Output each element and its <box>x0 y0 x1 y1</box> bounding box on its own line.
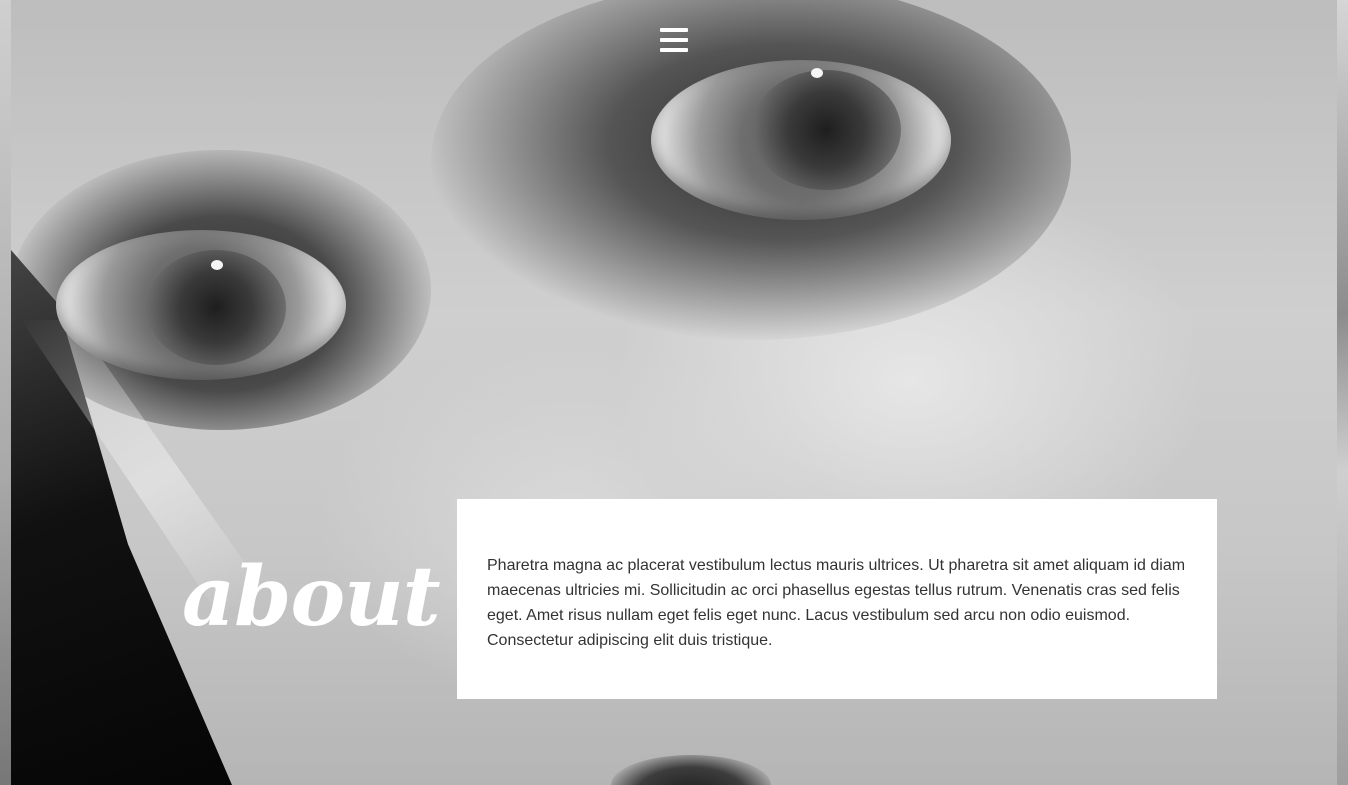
right-eye <box>651 60 951 220</box>
nose-shadow <box>611 755 771 785</box>
about-paragraph: Pharetra magna ac placerat vestibulum le… <box>487 557 1186 649</box>
menu-bar-middle <box>660 38 688 42</box>
left-eye <box>56 230 346 380</box>
right-iris <box>751 70 901 190</box>
about-text-card: Pharetra magna ac placerat vestibulum le… <box>457 499 1217 699</box>
right-eye-glint <box>811 68 823 78</box>
about-heading: about <box>182 549 441 645</box>
hamburger-menu-icon[interactable] <box>659 26 689 54</box>
left-eye-glint <box>211 260 223 270</box>
background-edge-left <box>0 0 11 785</box>
menu-bar-bottom <box>660 48 688 52</box>
about-section: about Pharetra magna ac placerat vestibu… <box>0 0 1348 785</box>
background-edge-right <box>1337 0 1348 785</box>
menu-bar-top <box>660 28 688 32</box>
